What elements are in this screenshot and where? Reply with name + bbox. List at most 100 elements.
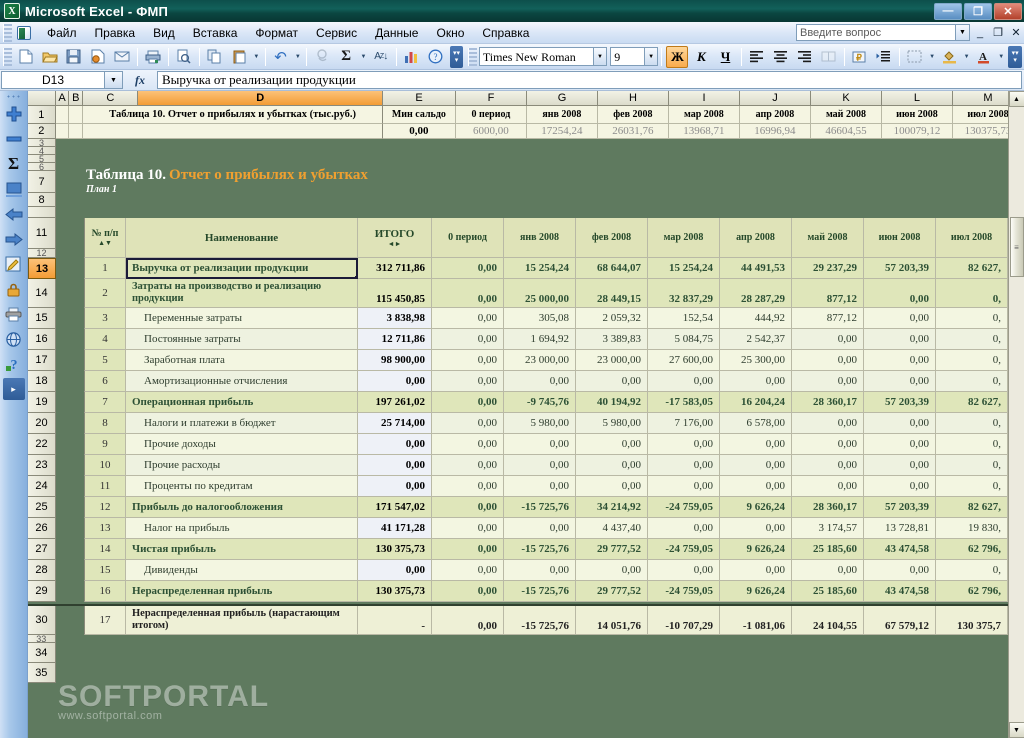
cell-period-7[interactable]: 19 830, — [936, 518, 1008, 539]
cell-period-5[interactable]: 0,00 — [792, 371, 864, 392]
cell-total[interactable]: 0,00 — [358, 560, 432, 581]
row-header-19[interactable]: 19 — [28, 392, 56, 413]
table-row[interactable]: 27 14 Чистая прибыль 130 375,73 0,00 -15 725,… — [28, 539, 1024, 560]
cell-period-7[interactable]: 0, — [936, 308, 1008, 329]
cell-total[interactable]: 130 375,73 — [358, 581, 432, 602]
row-header-13[interactable]: 13 — [28, 258, 56, 279]
cell-period-7[interactable]: 130 375,7 — [936, 606, 1008, 635]
cell-row-number[interactable]: 6 — [84, 371, 126, 392]
cell-period-2[interactable]: 29 777,52 — [576, 539, 648, 560]
column-header-j[interactable]: J — [739, 91, 811, 106]
empty-row-fill[interactable] — [55, 635, 1024, 643]
cell-e1-min-saldo[interactable]: Мин сальдо — [382, 106, 456, 124]
menu-tools[interactable]: Сервис — [307, 24, 366, 42]
cell-period-0[interactable]: 0,00 — [432, 560, 504, 581]
close-button[interactable]: ✕ — [994, 2, 1022, 20]
cell-period-3[interactable]: -24 759,05 — [648, 497, 720, 518]
cell-row-number[interactable]: 16 — [84, 581, 126, 602]
font-size-input[interactable]: 9 — [610, 47, 645, 66]
row-header-15[interactable]: 15 — [28, 308, 56, 329]
cell-d2[interactable] — [83, 124, 383, 139]
row-header-24[interactable]: 24 — [28, 476, 56, 497]
cell-b2[interactable] — [69, 124, 84, 139]
cell-period-7[interactable]: 62 796, — [936, 539, 1008, 560]
cell-period-0[interactable]: 0,00 — [432, 413, 504, 434]
cell-period-0[interactable]: 0,00 — [432, 518, 504, 539]
column-header-k[interactable]: K — [810, 91, 882, 106]
cell-period-6[interactable]: 43 474,58 — [864, 539, 936, 560]
cell-label[interactable]: Дивиденды — [126, 560, 358, 581]
print-icon[interactable] — [142, 46, 164, 68]
cell-period-0[interactable]: 0,00 — [432, 279, 504, 308]
cell-period-2[interactable]: 0,00 — [576, 560, 648, 581]
table-header-period-1[interactable]: янв 2008 — [504, 218, 576, 258]
row-header-11[interactable]: 11 — [28, 218, 56, 249]
cell-label[interactable]: Нераспределенная прибыль — [126, 581, 358, 602]
cell-period-3[interactable]: 15 254,24 — [648, 258, 720, 279]
cell-h1-feb[interactable]: фев 2008 — [597, 106, 669, 124]
cell-period-3[interactable]: 27 600,00 — [648, 350, 720, 371]
cell-period-2[interactable]: 34 214,92 — [576, 497, 648, 518]
cell-period-1[interactable]: -9 745,76 — [504, 392, 576, 413]
help-question-icon[interactable]: ? — [3, 353, 25, 375]
cell-period-5[interactable]: 28 360,17 — [792, 392, 864, 413]
cell-k2-value[interactable]: 46604,55 — [810, 124, 882, 139]
cell-period-4[interactable]: 9 626,24 — [720, 539, 792, 560]
cell-period-5[interactable]: 24 104,55 — [792, 606, 864, 635]
row-header-26[interactable]: 26 — [28, 518, 56, 539]
row-header-7[interactable]: 7 — [28, 171, 56, 193]
edit-sheet-icon[interactable] — [3, 253, 25, 275]
cell-period-1[interactable]: 1 694,92 — [504, 329, 576, 350]
cell-period-5[interactable]: 0,00 — [792, 434, 864, 455]
cell-label[interactable]: Нераспределенная прибыль (нарастающим ит… — [126, 606, 358, 635]
fill-color-dropdown-arrow[interactable]: ▼ — [961, 46, 972, 68]
cell-period-7[interactable]: 0, — [936, 455, 1008, 476]
cell-period-1[interactable]: -15 725,76 — [504, 606, 576, 635]
cell-j1-apr[interactable]: апр 2008 — [739, 106, 811, 124]
cell-total[interactable]: - — [358, 606, 432, 635]
table-row[interactable]: 26 13 Налог на прибыль 41 171,28 0,00 0,00 4 4… — [28, 518, 1024, 539]
doc-close-button[interactable]: ✕ — [1008, 24, 1024, 41]
sort-ascending-icon[interactable]: A Z ↓ — [370, 46, 392, 68]
font-color-dropdown-arrow[interactable]: ▼ — [996, 46, 1007, 68]
undo-dropdown-arrow[interactable]: ▼ — [293, 46, 304, 68]
cell-row-number[interactable]: 4 — [84, 329, 126, 350]
cell-period-5[interactable]: 0,00 — [792, 350, 864, 371]
table-row[interactable]: 20 8 Налоги и платежи в бюджет 25 714,00 0,0… — [28, 413, 1024, 434]
table-row[interactable]: 24 11 Проценты по кредитам 0,00 0,00 0,00 0,00… — [28, 476, 1024, 497]
cell-period-0[interactable]: 0,00 — [432, 371, 504, 392]
cell-period-6[interactable]: 0,00 — [864, 455, 936, 476]
empty-row-fill[interactable] — [55, 663, 1024, 683]
cell-total[interactable]: 171 547,02 — [358, 497, 432, 518]
column-header-d[interactable]: D — [138, 91, 384, 106]
table-header-num[interactable]: № п/п ▲▼ — [84, 218, 126, 258]
autosum-dropdown-arrow[interactable]: ▼ — [358, 46, 369, 68]
name-box[interactable]: D13 — [1, 71, 105, 89]
cell-period-0[interactable]: 0,00 — [432, 308, 504, 329]
cell-period-4[interactable]: 44 491,53 — [720, 258, 792, 279]
scroll-down-button[interactable]: ▼ — [1008, 722, 1024, 738]
cell-period-5[interactable]: 0,00 — [792, 413, 864, 434]
cell-period-1[interactable]: 0,00 — [504, 434, 576, 455]
cell-period-3[interactable]: -10 707,29 — [648, 606, 720, 635]
cell-period-4[interactable]: 0,00 — [720, 371, 792, 392]
cell-period-6[interactable]: 0,00 — [864, 434, 936, 455]
cell-period-7[interactable]: 82 627, — [936, 392, 1008, 413]
cell-period-7[interactable]: 0, — [936, 371, 1008, 392]
cell-row-number[interactable]: 8 — [84, 413, 126, 434]
minus-icon[interactable] — [3, 128, 25, 150]
ask-dropdown-arrow[interactable]: ▼ — [956, 24, 970, 41]
cell-period-5[interactable]: 0,00 — [792, 329, 864, 350]
cell-label[interactable]: Прибыль до налогообложения — [126, 497, 358, 518]
cell-period-1[interactable]: 0,00 — [504, 518, 576, 539]
cell-period-1[interactable]: -15 725,76 — [504, 497, 576, 518]
table-row[interactable]: 30 17 Нераспределенная прибыль (нарастающи… — [28, 604, 1024, 635]
cell-period-4[interactable]: 9 626,24 — [720, 497, 792, 518]
cell-period-0[interactable]: 0,00 — [432, 476, 504, 497]
permission-icon[interactable] — [87, 46, 109, 68]
cell-period-6[interactable]: 43 474,58 — [864, 581, 936, 602]
cell-period-2[interactable]: 40 194,92 — [576, 392, 648, 413]
column-header-c[interactable]: C — [83, 91, 139, 106]
menu-help[interactable]: Справка — [473, 24, 538, 42]
standard-toolbar-grip[interactable] — [3, 47, 12, 66]
